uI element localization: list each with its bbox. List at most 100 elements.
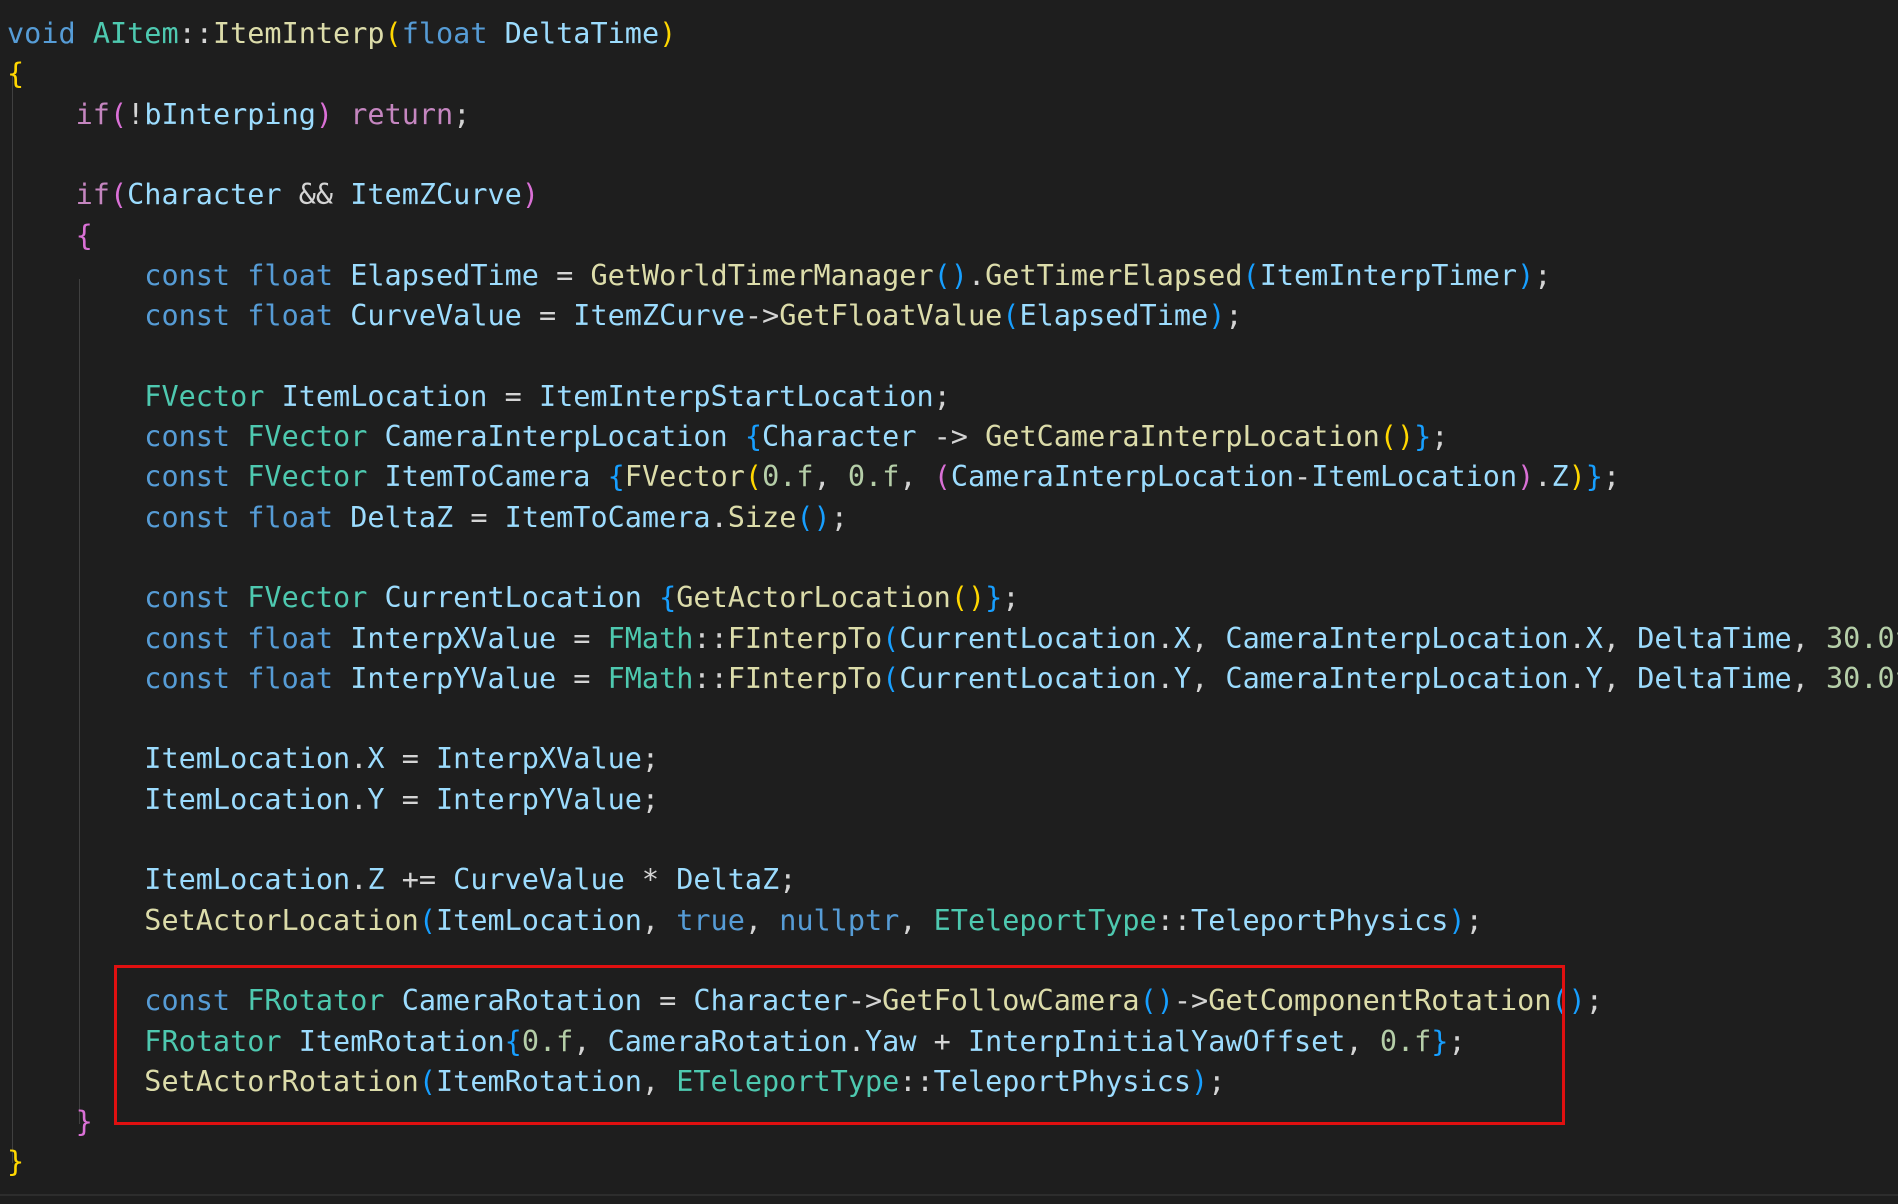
code-line: const float InterpXValue = FMath::FInter… bbox=[7, 619, 1898, 659]
code-line: const float ElapsedTime = GetWorldTimerM… bbox=[7, 256, 1551, 296]
code-line: { bbox=[7, 54, 24, 94]
code-token: ( bbox=[744, 460, 763, 494]
code-token: { bbox=[7, 57, 25, 91]
code-token: ; bbox=[641, 742, 660, 776]
code-token: { bbox=[75, 218, 93, 252]
code-token: Character bbox=[762, 420, 917, 453]
code-token: FMath bbox=[607, 621, 694, 655]
code-token: , bbox=[641, 903, 677, 937]
code-token: ; bbox=[1534, 258, 1552, 292]
code-token: ( bbox=[1242, 258, 1260, 292]
code-token: nullptr bbox=[779, 903, 900, 937]
code-token: if bbox=[75, 97, 110, 131]
code-token: :: bbox=[178, 17, 213, 50]
code-token: * bbox=[624, 863, 677, 897]
code-token: X bbox=[367, 742, 385, 776]
code-token: float bbox=[401, 17, 488, 50]
code-token: = bbox=[384, 782, 437, 816]
code-token: -> bbox=[916, 420, 986, 453]
code-token: X bbox=[1173, 621, 1192, 655]
code-token: , bbox=[1602, 621, 1638, 655]
code-token: InterpXValue bbox=[436, 742, 642, 776]
code-token: float bbox=[247, 299, 334, 333]
code-token: FVector bbox=[247, 581, 368, 615]
code-token: const bbox=[144, 500, 231, 534]
code-token: ItemLocation bbox=[144, 782, 351, 816]
code-line: { bbox=[7, 216, 93, 256]
code-token: CameraInterpLocation bbox=[384, 420, 728, 453]
code-token: , bbox=[1191, 661, 1226, 695]
code-token: Y bbox=[1173, 661, 1192, 695]
code-token: Y bbox=[1585, 661, 1603, 695]
code-token: CameraInterpLocation bbox=[950, 460, 1295, 494]
code-token: , bbox=[744, 903, 780, 937]
code-token: () bbox=[1379, 420, 1415, 453]
code-token: } bbox=[985, 581, 1003, 615]
code-token: ; bbox=[1602, 460, 1621, 494]
code-token: const bbox=[144, 258, 231, 292]
code-token: CurveValue bbox=[453, 863, 625, 897]
code-token: CurrentLocation bbox=[899, 621, 1157, 655]
code-token: return bbox=[350, 97, 454, 131]
code-token: ItemZCurve bbox=[350, 178, 522, 212]
code-token: const bbox=[144, 420, 231, 453]
code-token: ; bbox=[1585, 984, 1603, 1018]
code-token: Character bbox=[127, 178, 282, 212]
code-token: FMath bbox=[607, 661, 694, 695]
code-token: ItemLocation bbox=[144, 863, 351, 897]
code-token: FVector bbox=[624, 460, 745, 494]
code-token: , bbox=[1602, 661, 1638, 695]
code-token: ( bbox=[109, 178, 128, 212]
code-token: const bbox=[144, 621, 231, 655]
code-token: GetFloatValue bbox=[779, 299, 1003, 333]
code-line: const float DeltaZ = ItemToCamera.Size()… bbox=[7, 498, 848, 538]
code-line: const float InterpYValue = FMath::FInter… bbox=[7, 659, 1898, 699]
code-token: float bbox=[247, 500, 334, 534]
code-token: , bbox=[1791, 661, 1827, 695]
code-token: . bbox=[350, 742, 368, 776]
code-token: . bbox=[710, 500, 728, 534]
code-token: -> bbox=[744, 299, 780, 333]
code-token: :: bbox=[693, 621, 728, 655]
code-token: ElapsedTime bbox=[1019, 299, 1209, 333]
code-token: = bbox=[556, 661, 608, 695]
code-token: , bbox=[899, 903, 934, 937]
code-token: ) bbox=[1517, 258, 1535, 292]
code-token: InterpYValue bbox=[436, 782, 642, 816]
code-token: true bbox=[676, 903, 745, 937]
code-token: { bbox=[659, 581, 677, 615]
code-token: CurrentLocation bbox=[384, 581, 642, 615]
code-token: ItemZCurve bbox=[573, 299, 745, 333]
code-token: Z bbox=[367, 863, 385, 897]
code-token: . bbox=[1568, 661, 1586, 695]
code-line: ItemLocation.X = InterpXValue; bbox=[7, 739, 659, 779]
code-line: } bbox=[7, 1142, 24, 1182]
code-token: . bbox=[1568, 621, 1586, 655]
code-editor[interactable]: void AItem::ItemInterp(float DeltaTime){… bbox=[0, 0, 1898, 1204]
code-token: () bbox=[950, 581, 986, 615]
code-token: GetTimerElapsed bbox=[985, 258, 1243, 292]
code-token: DeltaTime bbox=[1637, 661, 1792, 695]
editor-bottom-border bbox=[0, 1194, 1898, 1196]
code-token: TeleportPhysics bbox=[1191, 903, 1449, 937]
code-token: DeltaZ bbox=[350, 500, 454, 534]
code-token: ItemLocation bbox=[1311, 460, 1518, 494]
code-token: 30.0f bbox=[1826, 661, 1898, 695]
code-token: 30.0f bbox=[1826, 621, 1898, 655]
code-token: FVector bbox=[144, 379, 265, 413]
